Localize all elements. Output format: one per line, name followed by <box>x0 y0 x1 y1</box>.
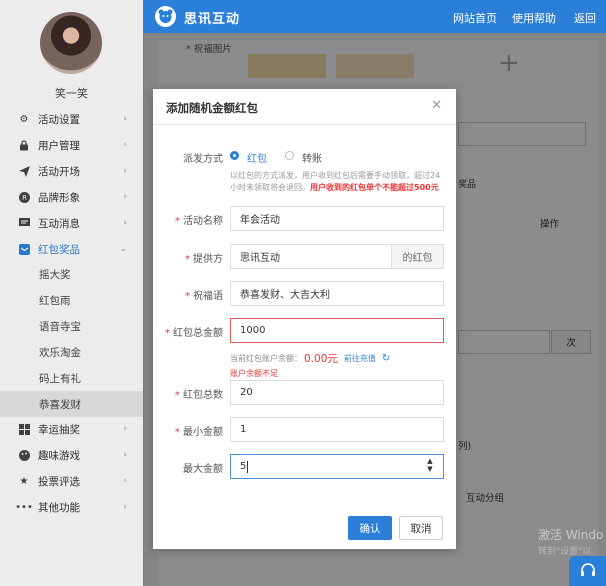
provider-label: * 提供方 <box>184 254 223 265</box>
provider-input[interactable]: 思讯互动 <box>230 244 392 269</box>
brand-name: 思讯互动 <box>184 12 241 27</box>
spinner-up-icon[interactable]: ▲ <box>425 457 435 465</box>
radio-red-packet-label[interactable]: 红包 <box>247 150 267 165</box>
send-method-label: 派发方式 <box>183 154 223 165</box>
add-red-packet-dialog: 添加随机金额红包 ✕ 派发方式 红包 转账 以红包的方式派发，用户收到红包后需要… <box>153 89 456 549</box>
packet-count-label: * 红包总数 <box>174 390 223 401</box>
dialog-title: 添加随机金额红包 <box>166 101 258 115</box>
confirm-button[interactable]: 确认 <box>348 516 392 540</box>
blessing-input[interactable]: 恭喜发财、大吉大利 <box>230 281 444 306</box>
min-amount-input[interactable]: 1 <box>230 417 444 442</box>
spinner-down-icon[interactable]: ▼ <box>425 465 435 473</box>
max-amount-value: 5 <box>240 461 247 472</box>
balance-error: 账户余额不足 <box>230 369 278 378</box>
max-amount-input[interactable]: 5 <box>230 454 444 479</box>
radio-red-packet[interactable] <box>230 151 239 160</box>
dialog-divider <box>153 124 456 125</box>
nav-help-link[interactable]: 使用帮助 <box>512 10 556 26</box>
radio-transfer[interactable] <box>285 151 294 160</box>
hint-highlight: 用户收到的红包单个不能超过500元 <box>310 183 439 192</box>
nav-back-link[interactable]: 返回 <box>574 10 596 26</box>
refresh-icon[interactable]: ↻ <box>382 353 390 364</box>
recharge-link[interactable]: 前往充值 <box>344 353 376 364</box>
packet-count-input[interactable]: 20 <box>230 380 444 405</box>
customer-service-button[interactable] <box>569 556 606 586</box>
total-amount-input[interactable]: 1000 <box>230 318 444 343</box>
activity-name-input[interactable]: 年会活动 <box>230 206 444 231</box>
max-amount-label: 最大金额 <box>183 464 223 475</box>
logo-icon <box>155 6 176 27</box>
total-amount-label: * 红包总金额 <box>164 328 223 339</box>
blessing-label: * 祝福语 <box>184 291 223 302</box>
send-method-hint: 以红包的方式派发，用户收到红包后需要手动领取，超过24小时未领取将会退回。用户收… <box>230 170 442 194</box>
balance-value: 0.00元 <box>304 353 338 365</box>
close-icon[interactable]: ✕ <box>431 98 442 113</box>
headset-icon <box>580 563 595 576</box>
provider-suffix: 的红包 <box>391 244 444 269</box>
min-amount-label: * 最小金额 <box>174 427 223 438</box>
text-cursor <box>247 460 249 473</box>
balance-label: 当前红包账户余额： <box>230 354 302 363</box>
number-spinner[interactable]: ▲ ▼ <box>425 457 435 473</box>
radio-transfer-label[interactable]: 转账 <box>302 150 322 165</box>
sidebar-shade <box>0 0 143 586</box>
activity-name-label: * 活动名称 <box>174 216 223 227</box>
cancel-button[interactable]: 取消 <box>399 516 443 540</box>
nav-home-link[interactable]: 网站首页 <box>453 10 497 26</box>
balance-row: 当前红包账户余额： 0.00元 前往充值 ↻ <box>230 351 390 366</box>
watermark-line1: 激活 Windo <box>538 528 604 542</box>
